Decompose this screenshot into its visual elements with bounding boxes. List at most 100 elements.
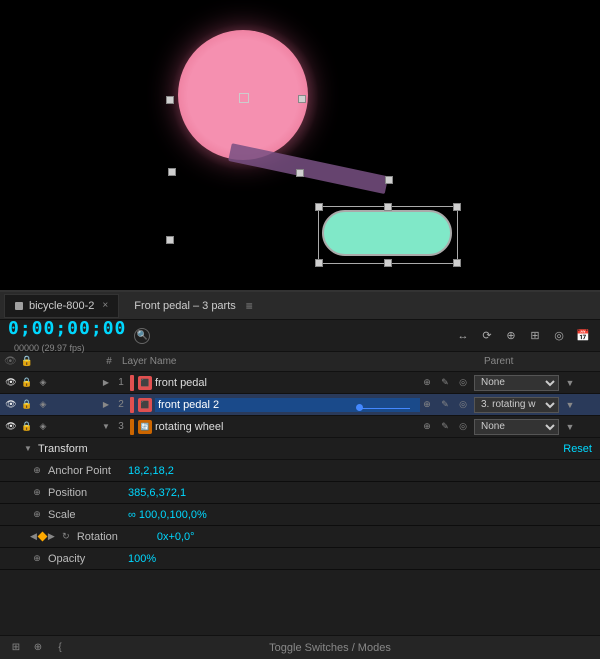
bottom-icon-1[interactable]: ⊞	[8, 640, 24, 656]
bottom-bar: ⊞ ⊕ { Toggle Switches / Modes	[0, 635, 600, 659]
bottom-icons: ⊞ ⊕ {	[8, 640, 68, 656]
layer3-expand[interactable]: ▼	[100, 422, 112, 431]
timeline-panel: bicycle-800-2 × Front pedal – 3 parts ≡ …	[0, 290, 600, 659]
prop-rotation-value[interactable]: 0x+0,0°	[157, 531, 195, 543]
toolbar-icon-5[interactable]: ◎	[550, 327, 568, 345]
toolbar-icon-4[interactable]: ⊞	[526, 327, 544, 345]
handle-tl[interactable]	[315, 203, 323, 211]
prop-position-icon[interactable]: ⊕	[30, 486, 44, 500]
layer2-dropdown[interactable]: ▼	[563, 398, 577, 412]
prop-anchor-point: ⊕ Anchor Point 18,2,18,2	[0, 460, 600, 482]
layer2-right: ⊕ ✎ ◎ 3. rotating w None ▼	[420, 397, 600, 413]
kf-prev-rotation[interactable]: ◀	[30, 531, 37, 542]
canvas-viewport	[0, 0, 600, 290]
layer3-num: 3	[112, 421, 130, 432]
timecode-bar: 0;00;00;00 00000 (29.97 fps) 🔍 ↔ ⟳ ⊕ ⊞ ◎…	[0, 320, 600, 352]
bottom-icon-2[interactable]: ⊕	[30, 640, 46, 656]
arm-stick-shape	[228, 143, 388, 194]
layer2-switches: 👁 🔒 ◈	[0, 398, 100, 412]
prop-anchor-value[interactable]: 18,2,18,2	[128, 465, 174, 477]
prop-position-value[interactable]: 385,6,372,1	[128, 487, 186, 499]
layer2-lock[interactable]: 🔒	[20, 398, 34, 412]
layer-row-3[interactable]: 👁 🔒 ◈ ▼ 3 🔄 rotating wheel ⊕ ✎ ◎ None ▼	[0, 416, 600, 438]
layer-row-1[interactable]: 👁 🔒 ◈ ▶ 1 ⬛ front pedal ⊕ ✎ ◎ None ▼	[0, 372, 600, 394]
layer1-shy[interactable]: ◈	[36, 376, 50, 390]
prop-rotation-icon[interactable]: ↻	[59, 530, 73, 544]
bottom-icon-3[interactable]: {	[52, 640, 68, 656]
tab-dot-1	[15, 302, 23, 310]
transform-header[interactable]: ▼ Transform Reset	[0, 438, 600, 460]
kf-next-rotation[interactable]: ▶	[48, 531, 55, 542]
layer3-switches: 👁 🔒 ◈	[0, 420, 100, 434]
layer2-parent-select[interactable]: 3. rotating w None	[474, 397, 559, 413]
handle-2[interactable]	[298, 95, 306, 103]
prop-position: ⊕ Position 385,6,372,1	[0, 482, 600, 504]
layer2-colorbar	[130, 397, 134, 413]
transform-reset[interactable]: Reset	[563, 443, 600, 455]
kf-diamond-rotation[interactable]	[37, 532, 47, 542]
anchor-handle[interactable]	[239, 93, 249, 103]
tab-bicycle-close[interactable]: ×	[102, 300, 108, 311]
prop-opacity-value[interactable]: 100%	[128, 553, 156, 565]
layer2-mode3[interactable]: ◎	[456, 398, 470, 412]
layer1-mode2[interactable]: ✎	[438, 376, 452, 390]
layer1-icon: ⬛	[138, 376, 152, 390]
layer-row-2[interactable]: 👁 🔒 ◈ ▶ 2 ⬛ front pedal 2 ⊕ ✎ ◎ 3. rotat…	[0, 394, 600, 416]
tab-frontpedal[interactable]: Front pedal – 3 parts ≡	[123, 294, 264, 318]
tab-menu-icon[interactable]: ≡	[246, 299, 253, 313]
layer1-parent-select[interactable]: None	[474, 375, 559, 391]
layer1-mode1[interactable]: ⊕	[420, 376, 434, 390]
handle-6[interactable]	[385, 176, 393, 184]
handle-5[interactable]	[166, 236, 174, 244]
handle-4[interactable]	[296, 169, 304, 177]
layer1-expand[interactable]: ▶	[100, 378, 112, 387]
toolbar-icon-3[interactable]: ⊕	[502, 327, 520, 345]
prop-scale-value[interactable]: ∞ 100,0,100,0%	[128, 509, 207, 521]
tab-frontpedal-label: Front pedal – 3 parts	[134, 300, 236, 312]
prop-scale-icon[interactable]: ⊕	[30, 508, 44, 522]
handle-tr[interactable]	[453, 203, 461, 211]
layer3-lock[interactable]: 🔒	[20, 420, 34, 434]
handle-bl[interactable]	[315, 259, 323, 267]
col-num-header: #	[100, 356, 118, 367]
prop-rotation-label: Rotation	[77, 531, 157, 543]
layer1-eye[interactable]: 👁	[4, 376, 18, 390]
layer2-eye[interactable]: 👁	[4, 398, 18, 412]
tab-bicycle[interactable]: bicycle-800-2 ×	[4, 294, 119, 318]
layer3-dropdown[interactable]: ▼	[563, 420, 577, 434]
layer3-shy[interactable]: ◈	[36, 420, 50, 434]
toolbar-icon-6[interactable]: 📅	[574, 327, 592, 345]
prop-anchor-icon[interactable]: ⊕	[30, 464, 44, 478]
layer3-mode1[interactable]: ⊕	[420, 420, 434, 434]
layer2-mode2[interactable]: ✎	[438, 398, 452, 412]
handle-br[interactable]	[453, 259, 461, 267]
prop-scale: ⊕ Scale ∞ 100,0,100,0%	[0, 504, 600, 526]
handle-tm[interactable]	[384, 203, 392, 211]
layer1-lock[interactable]: 🔒	[20, 376, 34, 390]
prop-rotation: ◀ ▶ ↻ Rotation 0x+0,0°	[0, 526, 600, 548]
prop-anchor-label: Anchor Point	[48, 465, 128, 477]
col-layername-header: Layer Name	[118, 356, 400, 367]
layer2-expand[interactable]: ▶	[100, 400, 112, 409]
toolbar-icon-2[interactable]: ⟳	[478, 327, 496, 345]
layer2-mode1[interactable]: ⊕	[420, 398, 434, 412]
layer3-eye[interactable]: 👁	[4, 420, 18, 434]
handle-bm[interactable]	[384, 259, 392, 267]
transform-expand[interactable]: ▼	[22, 444, 34, 453]
toolbar-icon-1[interactable]: ↔	[454, 327, 472, 345]
layer3-mode3[interactable]: ◎	[456, 420, 470, 434]
handle-3[interactable]	[168, 168, 176, 176]
selection-box	[318, 206, 458, 264]
col-lock: 🔒	[21, 356, 33, 367]
prop-opacity-label: Opacity	[48, 553, 128, 565]
handle-1[interactable]	[166, 96, 174, 104]
layer1-switches: 👁 🔒 ◈	[0, 376, 100, 390]
layer3-mode2[interactable]: ✎	[438, 420, 452, 434]
layer1-dropdown[interactable]: ▼	[563, 376, 577, 390]
layer1-mode3[interactable]: ◎	[456, 376, 470, 390]
timecode-search-button[interactable]: 🔍	[134, 328, 150, 344]
layer3-parent-select[interactable]: None	[474, 419, 559, 435]
layer2-shy[interactable]: ◈	[36, 398, 50, 412]
prop-opacity-icon[interactable]: ⊕	[30, 552, 44, 566]
timecode-display[interactable]: 0;00;00;00	[8, 318, 126, 339]
